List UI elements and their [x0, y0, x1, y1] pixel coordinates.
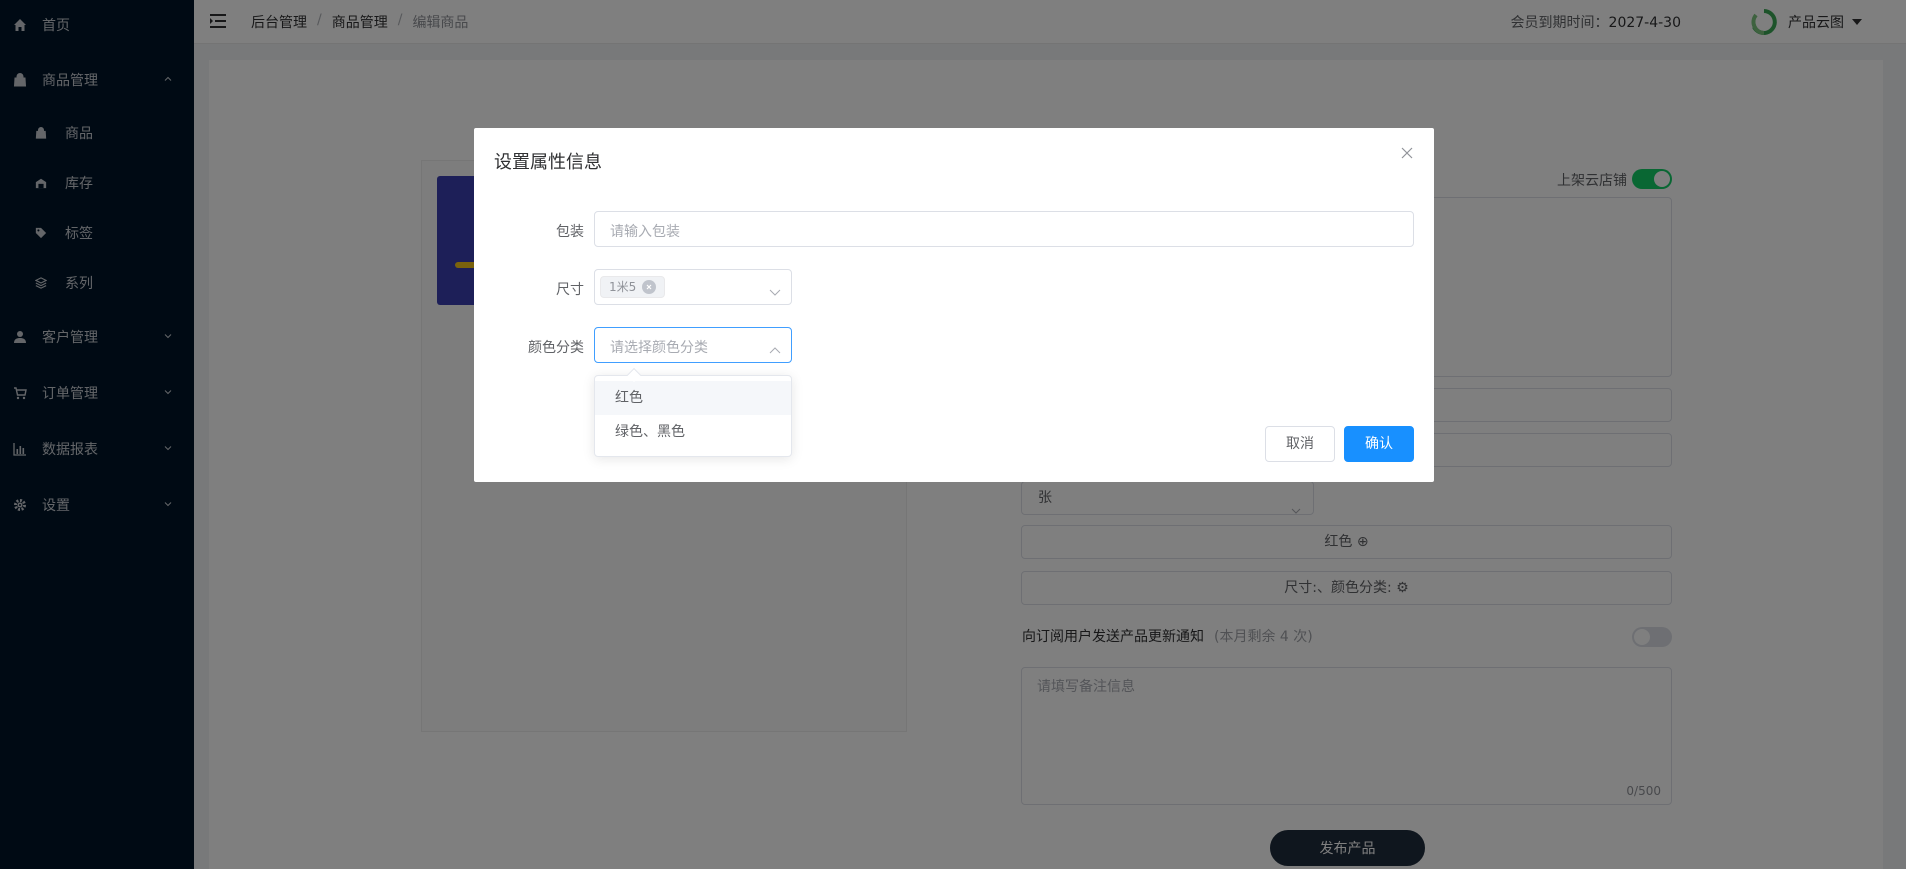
color-placeholder: 请选择颜色分类 — [610, 340, 708, 356]
size-select[interactable]: 1米5 — [594, 269, 792, 305]
confirm-button[interactable]: 确认 — [1344, 426, 1414, 462]
dropdown-option[interactable]: 绿色、黑色 — [595, 415, 791, 449]
package-label: 包装 — [556, 224, 584, 240]
dialog-title: 设置属性信息 — [494, 152, 602, 173]
chevron-down-icon — [769, 284, 781, 296]
size-tag: 1米5 — [600, 276, 666, 298]
package-placeholder: 请输入包装 — [610, 224, 680, 240]
close-icon[interactable] — [1400, 146, 1414, 160]
size-tag-label: 1米5 — [609, 280, 637, 294]
package-input[interactable]: 请输入包装 — [594, 211, 1414, 247]
chevron-up-icon — [769, 342, 781, 354]
color-dropdown: 红色 绿色、黑色 — [594, 367, 792, 457]
dropdown-option[interactable]: 红色 — [595, 381, 791, 415]
cancel-button[interactable]: 取消 — [1265, 426, 1335, 462]
color-select[interactable]: 请选择颜色分类 — [594, 327, 792, 363]
color-label: 颜色分类 — [528, 340, 584, 356]
size-label: 尺寸 — [556, 282, 584, 298]
tag-close-icon[interactable] — [642, 280, 657, 294]
